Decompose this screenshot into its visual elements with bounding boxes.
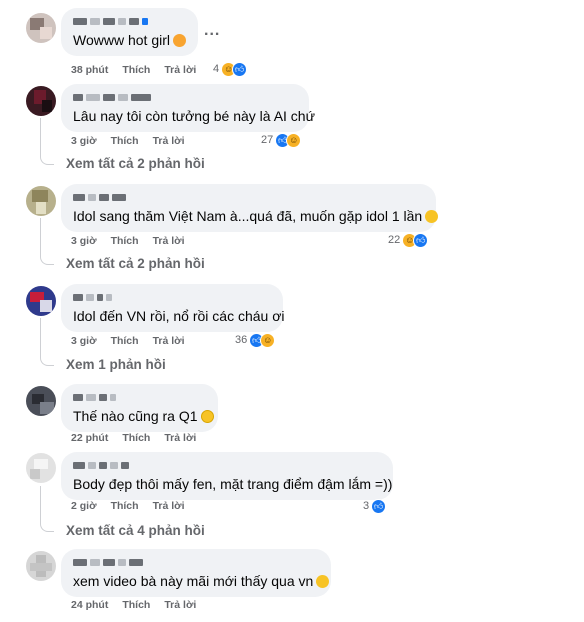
- comment: Wowww hot girl ... 38 phút Thích Trả lời…: [0, 0, 584, 80]
- author-name-redacted[interactable]: [73, 459, 381, 471]
- comment-bubble: Wowww hot girl: [61, 8, 198, 56]
- reaction-summary[interactable]: 27 👍︎ ☺: [261, 132, 302, 148]
- grinning-face-icon: [200, 410, 214, 423]
- reaction-summary[interactable]: 22 ☺ 👍︎: [388, 232, 429, 248]
- rolling-on-floor-laughing-icon: [314, 572, 332, 591]
- like-button[interactable]: Thích: [111, 335, 139, 347]
- comment-bubble: Body đẹp thôi mấy fen, mặt trang điểm đậ…: [61, 452, 393, 500]
- comment-text: Idol sang thăm Việt Nam à...quá đã, muốn…: [73, 207, 441, 226]
- reply-button[interactable]: Trả lời: [164, 64, 196, 76]
- comment-meta: 3 giờ Thích Trả lời: [71, 135, 185, 147]
- view-replies-link[interactable]: Xem tất cả 2 phản hồi: [66, 256, 205, 271]
- rolling-on-floor-laughing-icon: [423, 207, 441, 226]
- timestamp: 2 giờ: [71, 500, 97, 512]
- reaction-count: 3: [363, 500, 370, 512]
- reply-button[interactable]: Trả lời: [164, 599, 196, 611]
- reaction-count: 27: [261, 134, 274, 146]
- thread-line: [40, 118, 54, 165]
- like-button[interactable]: Thích: [111, 500, 139, 512]
- avatar[interactable]: [26, 86, 56, 116]
- timestamp: 22 phút: [71, 432, 109, 444]
- smiling-face-with-hearts-icon: [173, 34, 186, 47]
- like-reaction-icon: 👍︎: [232, 61, 248, 77]
- reaction-summary[interactable]: 4 ☺ 👍︎: [213, 61, 248, 77]
- like-reaction-icon: 👍︎: [371, 498, 387, 514]
- reaction-count: 36: [235, 334, 248, 346]
- comment-meta: 24 phút Thích Trả lời: [71, 599, 196, 611]
- view-replies-link[interactable]: Xem 1 phản hồi: [66, 357, 166, 372]
- author-name-redacted[interactable]: [73, 91, 297, 103]
- comment-bubble: Idol đến VN rồi, nổ rồi các cháu ơi: [61, 284, 285, 332]
- comment-meta: 38 phút Thích Trả lời: [71, 64, 196, 76]
- comment: Thế nào cũng ra Q1 22 phút Thích Trả lời: [0, 380, 584, 450]
- timestamp: 3 giờ: [71, 335, 97, 347]
- comment-bubble: Thế nào cũng ra Q1: [61, 384, 218, 432]
- comment-text: Wowww hot girl: [73, 31, 186, 49]
- author-name-redacted[interactable]: [73, 291, 271, 303]
- more-options-icon[interactable]: ...: [204, 22, 220, 40]
- timestamp: 3 giờ: [71, 135, 97, 147]
- haha-reaction-icon: ☺: [260, 332, 276, 348]
- comment-bubble: Lâu nay tôi còn tưởng bé này là AI chứ: [61, 84, 315, 132]
- comment: Body đẹp thôi mấy fen, mặt trang điểm đậ…: [0, 448, 584, 545]
- comment-text: Body đẹp thôi mấy fen, mặt trang điểm đậ…: [73, 476, 393, 492]
- reply-button[interactable]: Trả lời: [153, 135, 185, 147]
- like-button[interactable]: Thích: [111, 235, 139, 247]
- reply-button[interactable]: Trả lời: [153, 500, 185, 512]
- reply-button[interactable]: Trả lời: [153, 235, 185, 247]
- reaction-count: 22: [388, 234, 401, 246]
- comment-text: xem video bà này mãi mới thấy qua vn: [73, 572, 332, 591]
- reaction-count: 4: [213, 63, 220, 75]
- comment-bubble: xem video bà này mãi mới thấy qua vn: [61, 549, 332, 597]
- author-name-redacted[interactable]: [73, 391, 206, 403]
- comment: xem video bà này mãi mới thấy qua vn 24 …: [0, 545, 584, 622]
- like-button[interactable]: Thích: [111, 135, 139, 147]
- comment-text: Lâu nay tôi còn tưởng bé này là AI chứ: [73, 108, 315, 124]
- comment-bubble: Idol sang thăm Việt Nam à...quá đã, muốn…: [61, 184, 441, 232]
- avatar[interactable]: [26, 453, 56, 483]
- avatar[interactable]: [26, 286, 56, 316]
- comment-text: Thế nào cũng ra Q1: [73, 407, 214, 425]
- thread-line: [40, 486, 54, 532]
- comment-meta: 2 giờ Thích Trả lời: [71, 500, 185, 512]
- reply-button[interactable]: Trả lời: [164, 432, 196, 444]
- timestamp: 24 phút: [71, 599, 109, 611]
- comment-meta: 3 giờ Thích Trả lời: [71, 335, 185, 347]
- avatar[interactable]: [26, 186, 56, 216]
- like-button[interactable]: Thích: [122, 64, 150, 76]
- author-name-redacted[interactable]: [73, 556, 319, 568]
- thread-line: [40, 318, 54, 366]
- like-reaction-icon: 👍︎: [413, 232, 429, 248]
- like-button[interactable]: Thích: [122, 599, 150, 611]
- comment: Lâu nay tôi còn tưởng bé này là AI chứ 3…: [0, 80, 584, 175]
- like-button[interactable]: Thích: [122, 432, 150, 444]
- timestamp: 3 giờ: [71, 235, 97, 247]
- view-replies-link[interactable]: Xem tất cả 2 phản hồi: [66, 156, 205, 171]
- comment: Idol đến VN rồi, nổ rồi các cháu ơi 3 gi…: [0, 280, 584, 375]
- avatar[interactable]: [26, 551, 56, 581]
- author-name-redacted[interactable]: [73, 191, 424, 203]
- author-name-redacted[interactable]: [73, 15, 186, 27]
- reaction-summary[interactable]: 36 👍︎ ☺: [235, 332, 276, 348]
- thread-line: [40, 218, 54, 265]
- timestamp: 38 phút: [71, 64, 109, 76]
- avatar[interactable]: [26, 386, 56, 416]
- comment-text: Idol đến VN rồi, nổ rồi các cháu ơi: [73, 308, 285, 324]
- reply-button[interactable]: Trả lời: [153, 335, 185, 347]
- haha-reaction-icon: ☺: [286, 132, 302, 148]
- comment-meta: 22 phút Thích Trả lời: [71, 432, 196, 444]
- reaction-summary[interactable]: 3 👍︎: [363, 498, 387, 514]
- avatar[interactable]: [26, 13, 56, 43]
- comment: Idol sang thăm Việt Nam à...quá đã, muốn…: [0, 180, 584, 275]
- comment-meta: 3 giờ Thích Trả lời: [71, 235, 185, 247]
- view-replies-link[interactable]: Xem tất cả 4 phản hồi: [66, 523, 205, 538]
